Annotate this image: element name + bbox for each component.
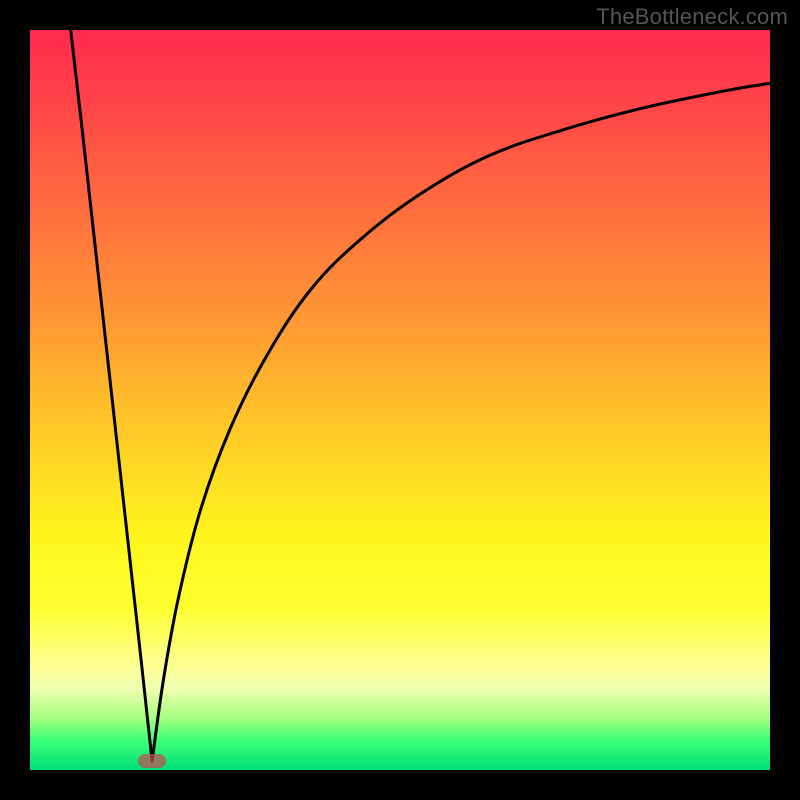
left-branch [71, 30, 152, 761]
chart-frame: TheBottleneck.com [0, 0, 800, 800]
watermark-text: TheBottleneck.com [596, 4, 788, 30]
curve-layer [30, 30, 770, 770]
bottleneck-marker [138, 754, 166, 768]
right-branch [152, 83, 770, 761]
plot-area [30, 30, 770, 770]
